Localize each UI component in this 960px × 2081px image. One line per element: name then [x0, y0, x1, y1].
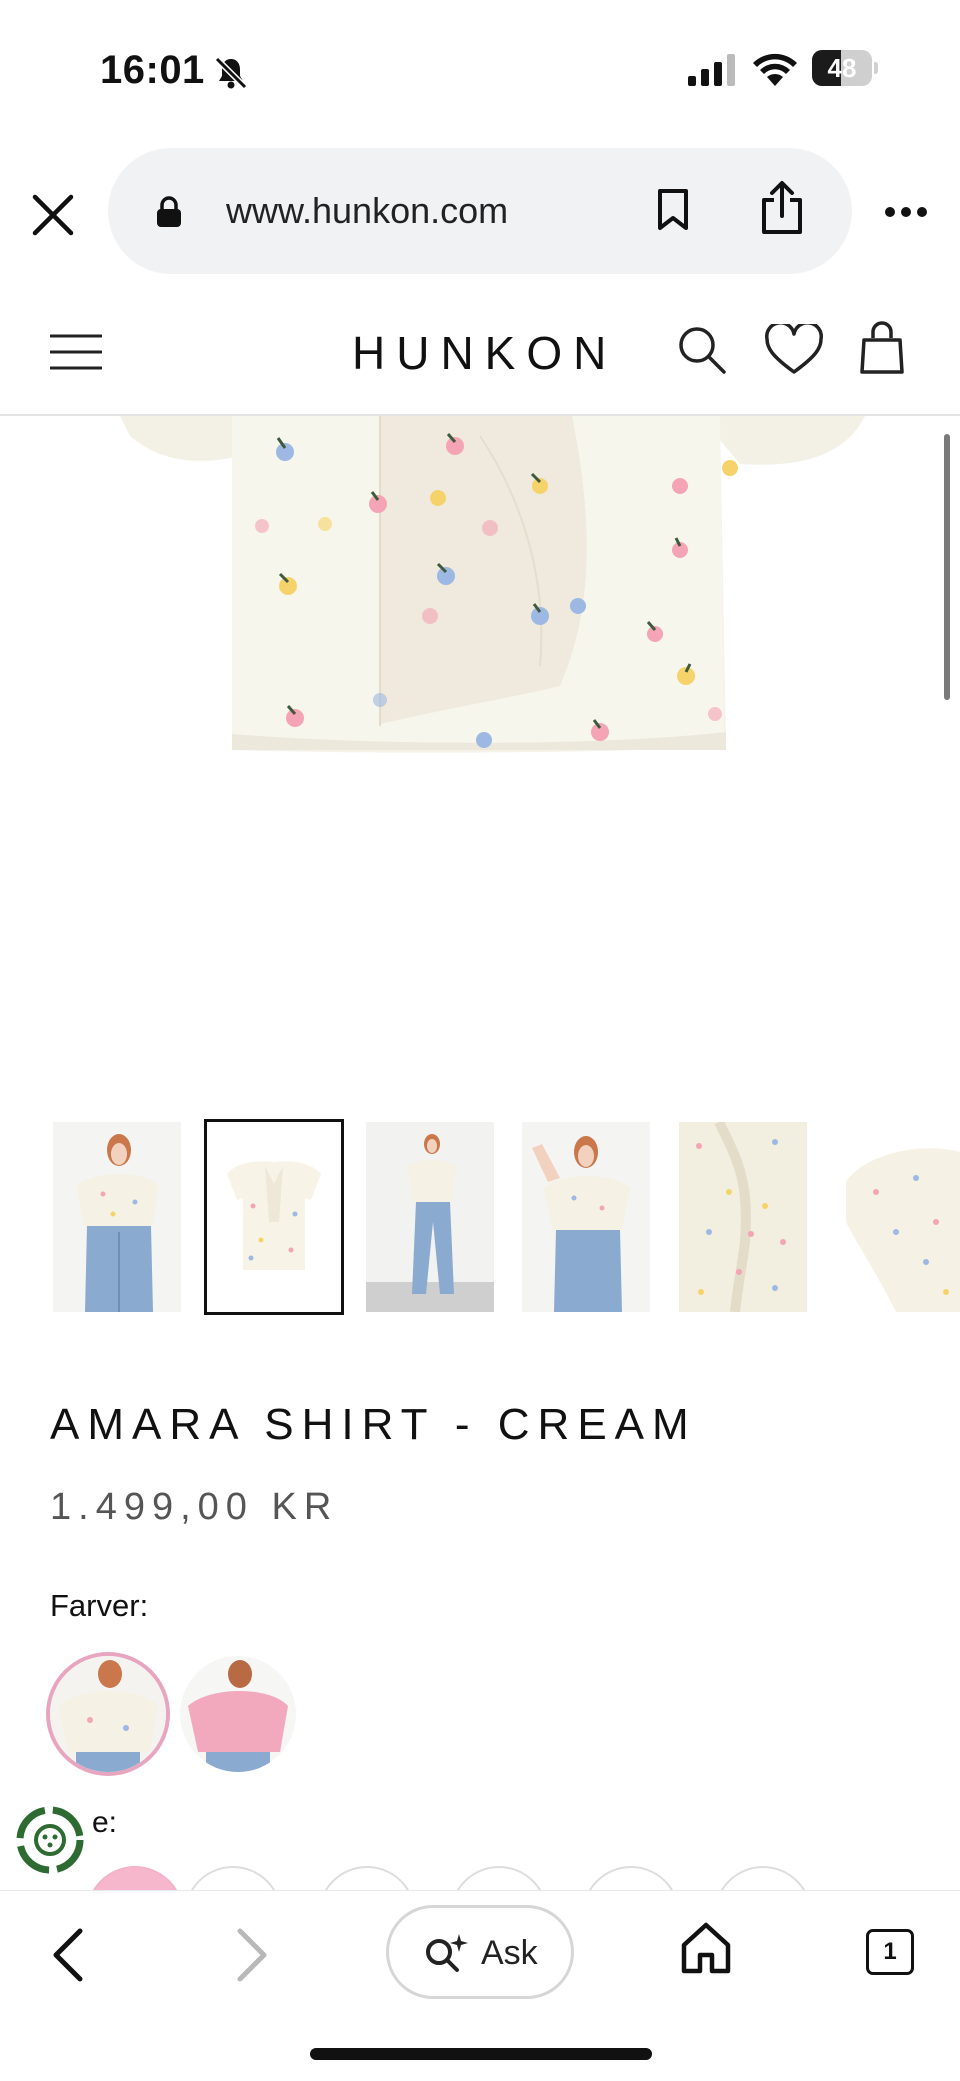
browser-bar: www.hunkon.com — [0, 148, 960, 278]
lock-icon — [157, 196, 181, 227]
wifi-icon — [753, 53, 797, 86]
url-text: www.hunkon.com — [226, 190, 509, 231]
bookmark-icon[interactable] — [656, 188, 690, 232]
battery-level: 48 — [827, 53, 857, 83]
product-price: 1.499,00 KR — [50, 1486, 339, 1528]
home-indicator — [310, 2048, 652, 2060]
tabs-button[interactable]: 1 — [866, 1929, 914, 1975]
back-arrow-icon[interactable] — [48, 1927, 88, 1983]
address-bar[interactable]: www.hunkon.com — [108, 148, 852, 274]
site-logo[interactable]: HUNKON — [352, 318, 617, 388]
site-header: HUNKON — [0, 288, 960, 416]
eco-badge-icon[interactable] — [14, 1804, 86, 1876]
clock: 16:01 — [100, 48, 205, 92]
shirt-image — [120, 416, 865, 753]
status-bar: 16:01 48 — [0, 0, 960, 130]
forward-arrow-icon[interactable] — [232, 1927, 272, 1983]
battery-indicator: 48 — [812, 50, 878, 88]
close-icon[interactable] — [30, 192, 76, 238]
product-main-image[interactable] — [0, 416, 960, 1106]
thumbnail-5[interactable] — [679, 1122, 807, 1312]
ask-button[interactable]: Ask — [386, 1905, 574, 1999]
color-swatch-cream[interactable] — [50, 1656, 166, 1772]
thumbnail-strip — [0, 1118, 960, 1318]
color-swatch-pink[interactable] — [180, 1656, 296, 1772]
more-icon[interactable] — [884, 206, 928, 218]
bell-muted-icon — [214, 56, 248, 90]
search-icon[interactable] — [676, 324, 728, 376]
thumbnail-1[interactable] — [53, 1122, 181, 1312]
menu-icon[interactable] — [48, 332, 104, 372]
ask-label: Ask — [481, 1934, 538, 1972]
bag-icon[interactable] — [858, 320, 906, 376]
sparkle-search-icon — [426, 1934, 468, 1972]
thumbnail-4[interactable] — [522, 1122, 650, 1312]
thumbnail-2-selected[interactable] — [204, 1119, 344, 1315]
product-title: AMARA SHIRT - CREAM — [50, 1400, 697, 1449]
thumbnail-3[interactable] — [366, 1122, 494, 1312]
home-icon[interactable] — [680, 1921, 732, 1975]
colors-label: Farver: — [50, 1588, 149, 1623]
page-scrollbar[interactable] — [944, 434, 950, 700]
heart-icon[interactable] — [764, 324, 824, 376]
cellular-signal-icon — [688, 54, 735, 86]
share-icon[interactable] — [758, 180, 806, 236]
size-label: e: — [92, 1806, 118, 1839]
thumbnail-6[interactable] — [836, 1122, 960, 1312]
